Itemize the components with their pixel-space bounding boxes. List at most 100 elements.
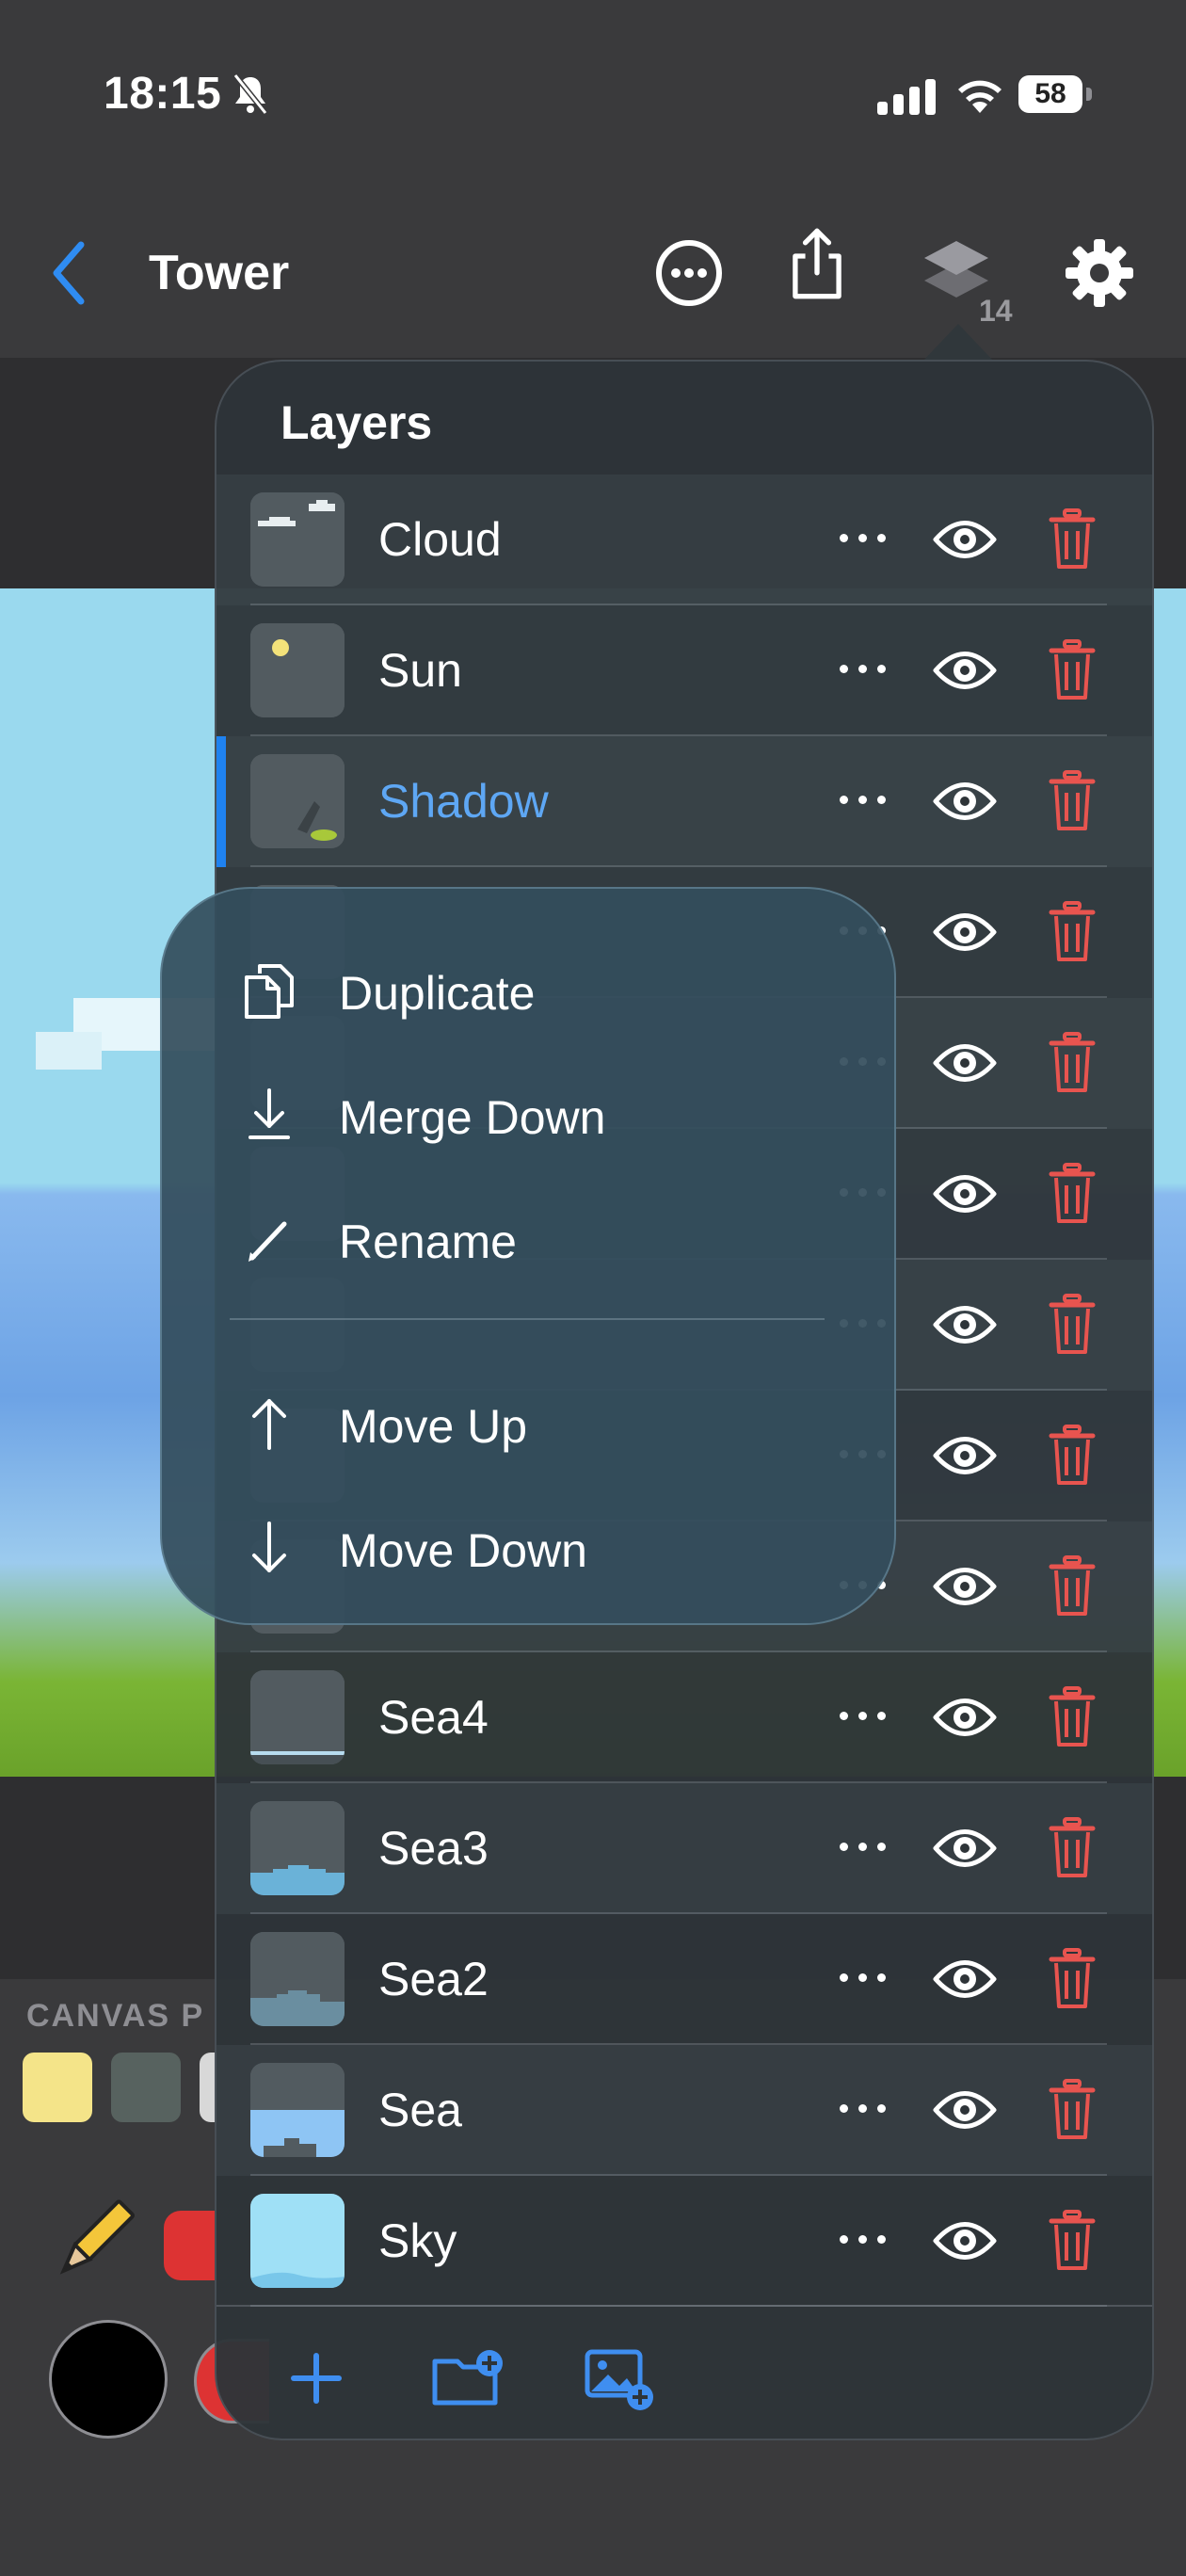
menu-item-label: Merge Down (339, 1091, 606, 1144)
new-folder-icon[interactable] (429, 2341, 505, 2416)
delete-trash-icon[interactable] (1049, 1817, 1096, 1879)
palette-label: CANVAS P (26, 1998, 205, 2034)
palette-swatch[interactable] (111, 2053, 181, 2122)
visibility-eye-icon[interactable] (932, 1688, 998, 1747)
menu-item-label: Move Up (339, 1400, 528, 1453)
menu-item-label: Duplicate (339, 967, 536, 1020)
visibility-eye-icon[interactable] (932, 2212, 998, 2270)
layer-row[interactable]: Sea4 (216, 1652, 1152, 1783)
layer-thumbnail (250, 1670, 345, 1764)
visibility-eye-icon[interactable] (932, 903, 998, 961)
wifi-icon (958, 80, 1002, 113)
layer-more-icon[interactable] (825, 1944, 900, 2010)
layer-more-icon[interactable] (825, 505, 900, 571)
layer-more-icon[interactable] (825, 636, 900, 701)
status-time: 18:15 (104, 69, 222, 119)
visibility-eye-icon[interactable] (932, 1296, 998, 1354)
visibility-eye-icon[interactable] (932, 1557, 998, 1616)
cellular-signal-icon (877, 77, 938, 115)
merge-down-icon (248, 1088, 290, 1139)
menu-item-label: Rename (339, 1216, 517, 1268)
layer-more-icon[interactable] (825, 1813, 900, 1879)
popover-pointer (922, 324, 994, 362)
duplicate-icon (245, 964, 294, 1019)
layer-row[interactable]: Sun (216, 605, 1152, 736)
layer-thumbnail (250, 754, 345, 848)
rename-menu-item[interactable]: Rename (162, 1183, 898, 1296)
layer-row[interactable]: Shadow (216, 736, 1152, 867)
eraser-tool-icon[interactable] (164, 2211, 215, 2280)
visibility-eye-icon[interactable] (932, 1426, 998, 1485)
arrow-down-icon (252, 1521, 286, 1572)
visibility-eye-icon[interactable] (932, 772, 998, 830)
delete-trash-icon[interactable] (1049, 1032, 1096, 1094)
move-down-menu-item[interactable]: Move Down (162, 1491, 898, 1604)
visibility-eye-icon[interactable] (932, 1165, 998, 1223)
visibility-eye-icon[interactable] (932, 1819, 998, 1877)
layer-row[interactable]: Sky (216, 2176, 1152, 2307)
primary-color-well[interactable] (49, 2320, 168, 2439)
layer-name: Sky (378, 2214, 457, 2267)
add-image-icon[interactable] (582, 2341, 657, 2416)
add-layer-icon[interactable] (279, 2341, 354, 2416)
layer-thumbnail (250, 623, 345, 717)
delete-trash-icon[interactable] (1049, 639, 1096, 701)
back-chevron-icon[interactable] (45, 235, 92, 311)
delete-trash-icon[interactable] (1049, 901, 1096, 963)
layer-more-icon[interactable] (825, 1682, 900, 1748)
palette-swatch[interactable] (23, 2053, 92, 2122)
delete-trash-icon[interactable] (1049, 1948, 1096, 2010)
layer-thumbnail (250, 492, 345, 587)
share-icon[interactable] (779, 226, 855, 301)
layer-name: Cloud (378, 513, 502, 566)
pencil-tool-icon[interactable] (45, 2194, 139, 2288)
duplicate-menu-item[interactable]: Duplicate (162, 934, 898, 1047)
merge-down-menu-item[interactable]: Merge Down (162, 1058, 898, 1171)
layer-row[interactable]: Sea3 (216, 1783, 1152, 1914)
visibility-eye-icon[interactable] (932, 510, 998, 569)
layer-name: Shadow (378, 775, 549, 828)
layer-name: Sea3 (378, 1822, 489, 1875)
layer-thumbnail (250, 1801, 345, 1895)
delete-trash-icon[interactable] (1049, 2210, 1096, 2272)
delete-trash-icon[interactable] (1049, 1686, 1096, 1748)
more-options-icon[interactable] (651, 235, 727, 311)
battery-icon: 58 (1018, 75, 1094, 113)
delete-trash-icon[interactable] (1049, 508, 1096, 571)
silent-bell-icon (232, 73, 268, 115)
layer-thumbnail (250, 2063, 345, 2157)
visibility-eye-icon[interactable] (932, 2081, 998, 2139)
menu-item-label: Move Down (339, 1524, 587, 1577)
visibility-eye-icon[interactable] (932, 1034, 998, 1092)
layer-name: Sea (378, 2084, 462, 2136)
delete-trash-icon[interactable] (1049, 1425, 1096, 1487)
delete-trash-icon[interactable] (1049, 1163, 1096, 1225)
layers-title: Layers (280, 396, 433, 449)
settings-gear-icon[interactable] (1062, 235, 1137, 311)
layer-row[interactable]: Cloud (216, 475, 1152, 605)
layer-context-menu: Duplicate Merge Down Rename Move Up Move… (160, 887, 896, 1625)
layer-thumbnail (250, 2194, 345, 2288)
layer-thumbnail (250, 1932, 345, 2026)
pencil-icon (248, 1221, 287, 1262)
document-title: Tower (149, 246, 290, 300)
arrow-up-icon (252, 1399, 286, 1450)
layers-footer (216, 2305, 1152, 2439)
move-up-menu-item[interactable]: Move Up (162, 1367, 898, 1480)
layer-row[interactable]: Sea2 (216, 1914, 1152, 2045)
layer-more-icon[interactable] (825, 2206, 900, 2272)
canvas-cloud (36, 1032, 102, 1070)
battery-level: 58 (1018, 75, 1082, 113)
menu-divider (230, 1318, 825, 1320)
visibility-eye-icon[interactable] (932, 641, 998, 700)
layer-row[interactable]: Sea (216, 2045, 1152, 2176)
delete-trash-icon[interactable] (1049, 770, 1096, 832)
delete-trash-icon[interactable] (1049, 1555, 1096, 1618)
layer-more-icon[interactable] (825, 2075, 900, 2141)
delete-trash-icon[interactable] (1049, 1294, 1096, 1356)
delete-trash-icon[interactable] (1049, 2079, 1096, 2141)
selected-indicator (216, 736, 226, 867)
layer-more-icon[interactable] (825, 766, 900, 832)
layer-name: Sea4 (378, 1691, 489, 1744)
visibility-eye-icon[interactable] (932, 1950, 998, 2008)
